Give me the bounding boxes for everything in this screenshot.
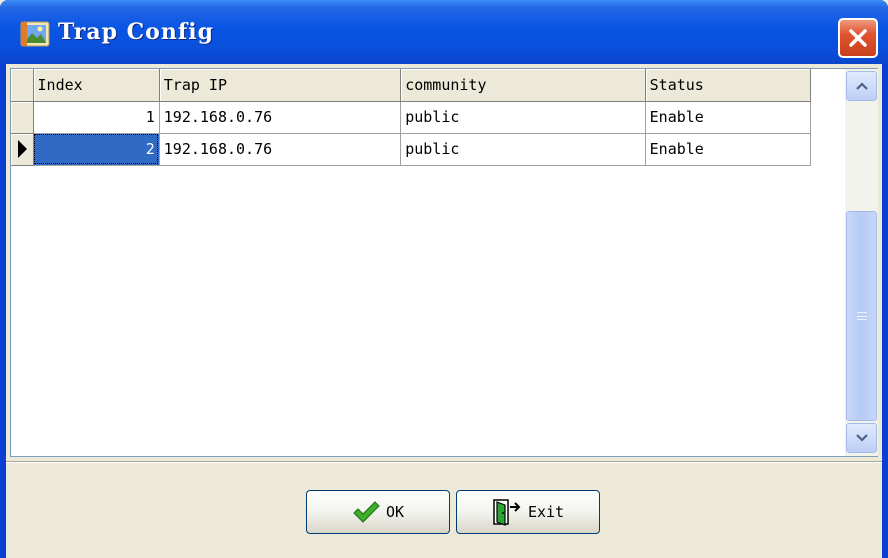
scrollbar-thumb[interactable] <box>846 211 877 421</box>
ok-button-label: OK <box>385 503 405 521</box>
scroll-up-icon <box>855 82 868 90</box>
cell-index-selected[interactable]: 2 <box>33 133 160 166</box>
row-indicator[interactable] <box>11 101 34 134</box>
trap-config-window: Trap Config Index Trap IP community Stat… <box>0 0 888 558</box>
cell-index[interactable]: 1 <box>33 101 160 134</box>
door-exit-icon <box>493 499 521 526</box>
scroll-down-button[interactable] <box>846 423 877 453</box>
title-bar[interactable]: Trap Config <box>0 0 888 64</box>
checkmark-icon <box>353 501 380 523</box>
exit-button[interactable]: Exit <box>456 490 600 534</box>
column-header-community[interactable]: community <box>400 69 646 102</box>
cell-community[interactable]: public <box>400 101 646 134</box>
exit-button-label: Exit <box>527 503 565 521</box>
cell-trap-ip[interactable]: 192.168.0.76 <box>159 101 402 134</box>
window-title: Trap Config <box>58 19 215 45</box>
thumb-grip <box>856 312 867 320</box>
header-row: Index Trap IP community Status <box>11 69 812 102</box>
column-header-trap-ip[interactable]: Trap IP <box>159 69 402 102</box>
app-icon <box>20 21 50 47</box>
cell-status[interactable]: Enable <box>645 133 812 166</box>
column-header-status[interactable]: Status <box>645 69 812 102</box>
trap-table: Index Trap IP community Status 1 192.168… <box>11 69 812 166</box>
close-button[interactable] <box>838 18 878 58</box>
table-row[interactable]: 1 192.168.0.76 public Enable <box>11 101 812 134</box>
trap-grid[interactable]: Index Trap IP community Status 1 192.168… <box>10 68 878 457</box>
table-row[interactable]: 2 192.168.0.76 public Enable <box>11 133 812 166</box>
row-indicator[interactable] <box>11 133 34 166</box>
row-indicator-arrow-icon <box>18 140 27 158</box>
ok-button[interactable]: OK <box>306 490 450 534</box>
column-header-index[interactable]: Index <box>33 69 160 102</box>
header-indicator <box>11 69 34 102</box>
cell-status[interactable]: Enable <box>645 101 812 134</box>
dialog-body: Index Trap IP community Status 1 192.168… <box>6 64 882 558</box>
cell-trap-ip[interactable]: 192.168.0.76 <box>159 133 402 166</box>
vertical-scrollbar[interactable] <box>845 69 878 456</box>
separator <box>6 461 882 463</box>
scroll-down-icon <box>855 434 868 442</box>
scroll-up-button[interactable] <box>846 71 877 101</box>
cell-community[interactable]: public <box>400 133 646 166</box>
close-icon <box>849 29 867 47</box>
